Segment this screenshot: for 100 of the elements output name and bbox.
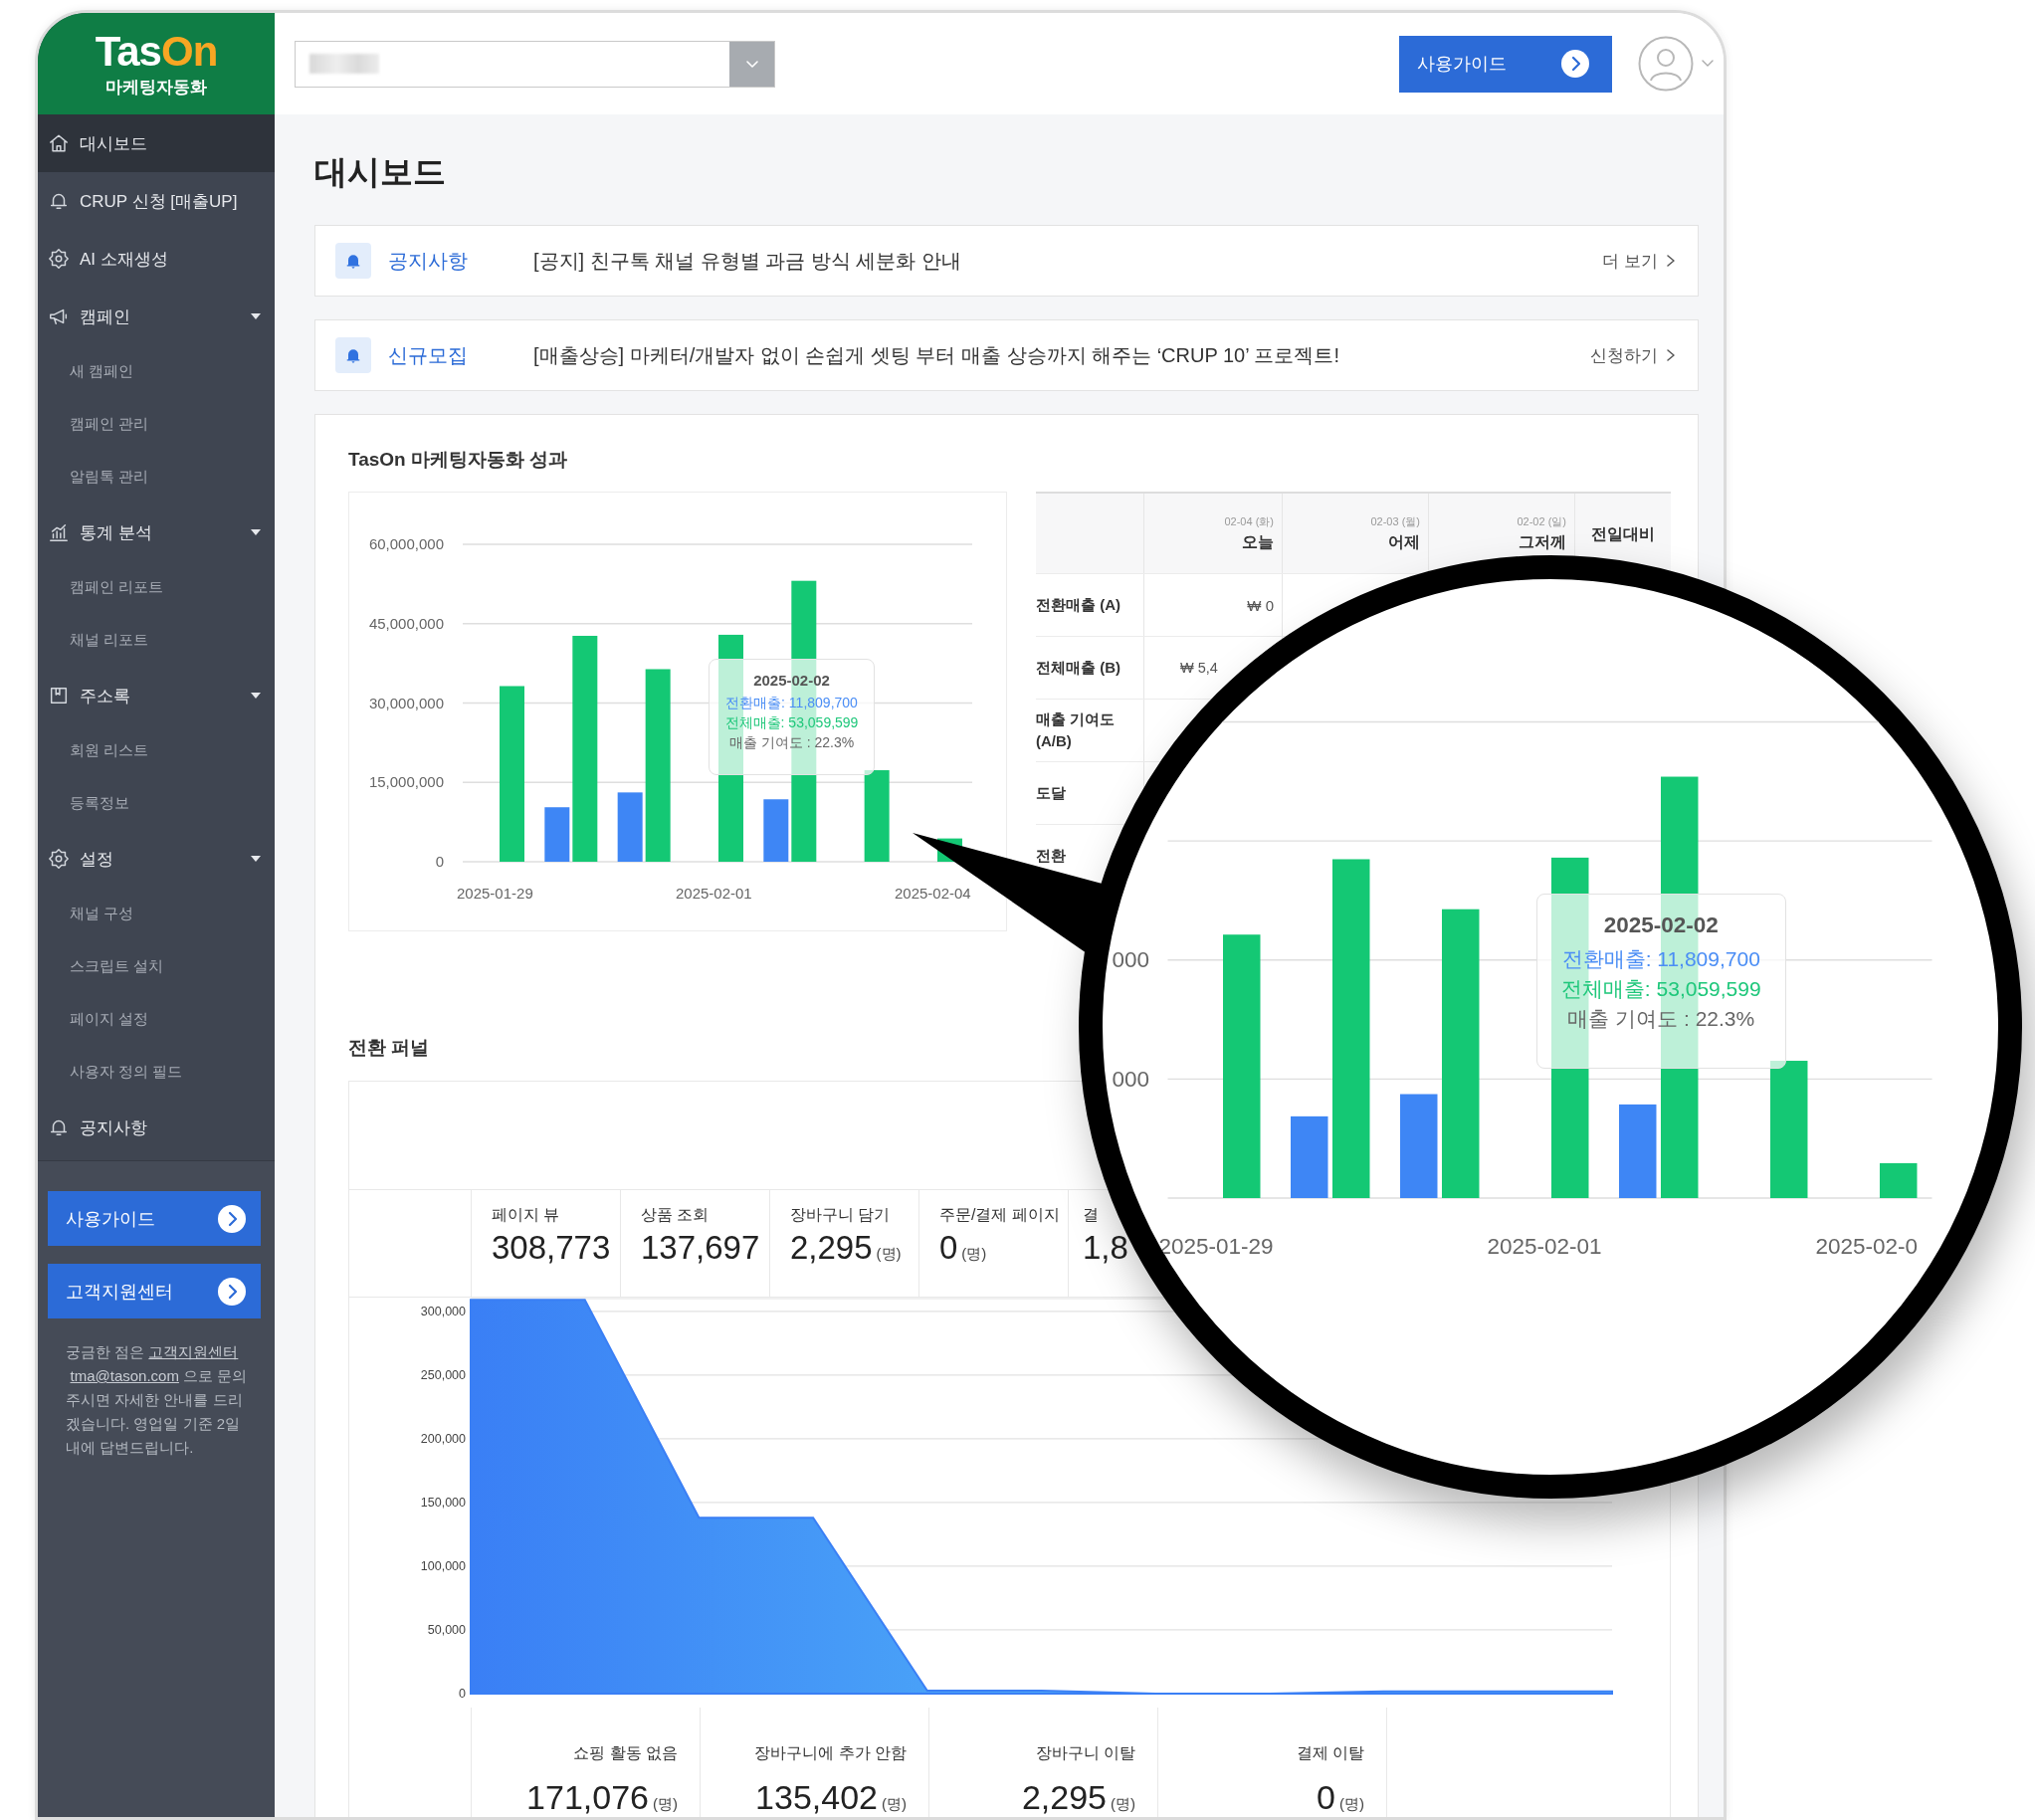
submenu-item[interactable]: 캠페인 관리: [38, 398, 275, 451]
section-title: 전환 퍼널: [348, 1036, 431, 1060]
submenu-item[interactable]: 채널 리포트: [38, 614, 275, 667]
axis-label: 2025-02-0: [1815, 1233, 1919, 1259]
stage-value: 1,8: [1083, 1230, 1128, 1266]
sidebar-item-label: 주소록: [80, 685, 131, 708]
submenu-item[interactable]: 캠페인 리포트: [38, 561, 275, 614]
sidebar-item-label: AI 소재생성: [80, 248, 169, 271]
stage-value: 2,295(명): [790, 1230, 902, 1268]
sidebar-item[interactable]: 통계 분석: [38, 504, 275, 561]
axis-label: 2025-02-01: [676, 885, 752, 902]
chevron-circle-icon: [217, 1276, 247, 1307]
book-icon: [48, 685, 70, 707]
sidebar-item-label: 캠페인: [80, 305, 131, 328]
axis-label: 2025-02-01: [1487, 1233, 1602, 1259]
sidebar-item[interactable]: CRUP 신청 [매출UP]: [38, 172, 275, 230]
row-label: 도달: [1036, 783, 1067, 803]
page-title: 대시보드: [314, 152, 447, 192]
dropoff-label: 장바구니에 추가 안함: [754, 1743, 907, 1763]
tooltip-line: 매출 기여도 : 22.3%: [1567, 1006, 1755, 1032]
axis-label: 15,000,000: [368, 773, 444, 791]
logo-subtitle: 마케팅자동화: [105, 76, 207, 99]
blurred-value: [309, 54, 379, 74]
notice-link[interactable]: 신청하기: [1590, 343, 1676, 367]
chevron-right-icon: [1666, 348, 1676, 362]
dropoff-label: 결제 이탈: [1296, 1743, 1364, 1763]
submenu-item[interactable]: 스크립트 설치: [38, 940, 275, 993]
sidebar-item[interactable]: 설정: [38, 830, 275, 888]
axis-label: 200,000: [420, 1431, 466, 1446]
sidebar-item-label: CRUP 신청 [매출UP]: [80, 190, 239, 213]
submenu-item[interactable]: 채널 구성: [38, 888, 275, 940]
submenu-item[interactable]: 새 캠페인: [38, 345, 275, 398]
axis-label: 2025-02-04: [895, 885, 971, 902]
sidebar-item[interactable]: 캠페인: [38, 288, 275, 345]
submenu-item[interactable]: 사용자 정의 필드: [38, 1046, 275, 1099]
tooltip-line: 전체매출: 53,059,599: [1560, 976, 1761, 1002]
submenu-item[interactable]: 페이지 설정: [38, 993, 275, 1046]
axis-label: 60,000,000: [368, 535, 444, 552]
notice-link[interactable]: 더 보기: [1602, 249, 1676, 273]
axis-label: 0: [459, 1687, 466, 1701]
tooltip-title: 2025-02-02: [753, 672, 830, 689]
sidebar-item-label: 통계 분석: [80, 521, 153, 544]
column-header: 오늘: [1242, 531, 1274, 552]
stage-value: 308,773: [492, 1230, 611, 1266]
notice-message[interactable]: [매출상승] 마케터/개발자 없이 손쉽게 셋팅 부터 매출 상승까지 해주는 ‘CRUP 10’ 프로젝트!: [533, 341, 1590, 369]
row-label: 매출 기여도 (A/B): [1036, 709, 1117, 751]
stage-value: 137,697: [641, 1230, 760, 1266]
axis-label: 0: [435, 853, 444, 870]
column-header: 전일대비: [1591, 524, 1655, 544]
axis-label: 2025-01-29: [1158, 1233, 1274, 1259]
account-select[interactable]: [295, 40, 775, 88]
submenu-item[interactable]: 알림톡 관리: [38, 451, 275, 504]
stage-label: 장바구니 담기: [790, 1205, 892, 1225]
chevron-circle-icon: [217, 1203, 247, 1234]
settings-icon: [48, 848, 70, 870]
sidebar-item[interactable]: AI 소재생성: [38, 230, 275, 288]
help-link[interactable]: 고객지원센터: [148, 1343, 239, 1360]
stage-label: 주문/결제 페이지: [939, 1205, 1061, 1225]
notice-tag: 신규모집: [371, 341, 533, 369]
sidebar-button[interactable]: 사용가이드: [48, 1191, 261, 1246]
settings-icon: [48, 248, 70, 270]
dropoff-value: 0(명): [1317, 1778, 1364, 1817]
chevron-circle-icon: [1560, 49, 1590, 79]
notice-message[interactable]: [공지] 친구톡 채널 유형별 과금 방식 세분화 안내: [533, 247, 1603, 275]
sidebar-item[interactable]: 대시보드: [38, 114, 275, 172]
header-date: 02-04 (화): [1224, 513, 1274, 529]
guide-button[interactable]: 사용가이드: [1399, 35, 1612, 93]
tooltip-line: 전환매출: 11,809,700: [725, 694, 858, 712]
dropoff-value: 2,295(명): [1021, 1778, 1135, 1817]
stage-value: 0(명): [939, 1230, 987, 1268]
bell-icon: [335, 337, 371, 373]
axis-label: 50,000: [427, 1622, 466, 1637]
chart-icon: [48, 521, 70, 543]
tooltip-line: 전환매출: 11,809,700: [1561, 946, 1760, 972]
sidebar-item-label: 대시보드: [80, 132, 148, 155]
sidebar-button[interactable]: 고객지원센터: [48, 1264, 261, 1318]
sidebar-item[interactable]: 공지사항: [38, 1099, 275, 1156]
sidebar-item[interactable]: 주소록: [38, 667, 275, 724]
dropoff-value: 135,402(명): [755, 1778, 907, 1817]
chevron-right-icon: [1666, 254, 1676, 268]
chevron-down-icon: [744, 59, 759, 69]
column-header: 어제: [1388, 531, 1420, 552]
section-title: TasOn 마케팅자동화 성과: [348, 448, 569, 472]
axis-label: 100,000: [420, 1558, 466, 1573]
stage-label: 결: [1083, 1205, 1100, 1225]
header-date: 02-02 (일): [1517, 513, 1566, 529]
logo-wordmark: TasOn: [95, 29, 218, 74]
submenu-item[interactable]: 등록정보: [38, 777, 275, 830]
axis-label: 000: [1112, 947, 1149, 973]
dropoff-value: 171,076(명): [526, 1778, 678, 1817]
tooltip-title: 2025-02-02: [1603, 912, 1719, 938]
help-link[interactable]: tma@tason.com: [70, 1367, 179, 1384]
sidebar-item-label: 공지사항: [80, 1116, 148, 1139]
avatar-icon[interactable]: [1638, 36, 1694, 92]
axis-label: 250,000: [420, 1367, 466, 1382]
column-header: 그저께: [1519, 531, 1566, 552]
axis-label: 000: [1112, 1066, 1149, 1092]
notice-tag: 공지사항: [371, 247, 533, 275]
submenu-item[interactable]: 회원 리스트: [38, 724, 275, 777]
bell-icon: [335, 243, 371, 279]
